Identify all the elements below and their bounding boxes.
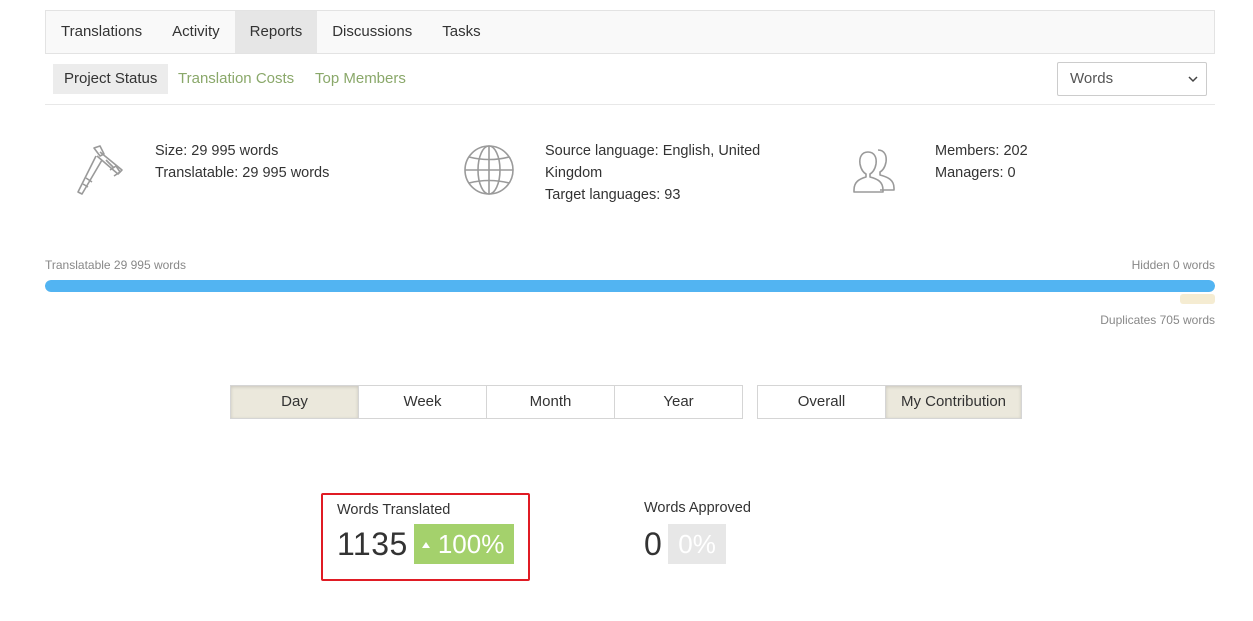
- tab-activity[interactable]: Activity: [157, 11, 235, 53]
- project-size-info: Size: 29 995 words Translatable: 29 995 …: [70, 140, 329, 200]
- period-week-button[interactable]: Week: [358, 385, 487, 419]
- unit-select[interactable]: Words: [1057, 62, 1207, 96]
- words-translated-change: 100%: [437, 529, 505, 559]
- translatable-label: Translatable 29 995 words: [45, 258, 186, 272]
- duplicates-bar: [1180, 294, 1215, 304]
- globe-icon: [464, 145, 514, 195]
- managers-count-text: Managers: 0: [935, 165, 1016, 181]
- period-button-group: Day Week Month Year: [230, 385, 743, 419]
- words-approved-label: Words Approved: [644, 500, 751, 516]
- chevron-down-icon: [1188, 76, 1198, 83]
- words-approved-value: 0: [644, 525, 663, 562]
- reports-subnav: Project Status Translation Costs Top Mem…: [45, 55, 1215, 105]
- language-info: Source language: English, United Kingdom …: [460, 140, 775, 206]
- words-approved-stat: Words Approved 0 0%: [630, 493, 765, 571]
- unit-select-value: Words: [1070, 70, 1114, 87]
- translatable-progress-bar: [45, 280, 1215, 292]
- members-count-text: Members: 202: [935, 143, 1028, 159]
- words-translated-change-badge: 100%: [413, 524, 515, 564]
- period-year-button[interactable]: Year: [614, 385, 743, 419]
- translatable-words-text: Translatable: 29 995 words: [155, 165, 330, 181]
- source-language-text: Source language: English, United Kingdom: [545, 143, 761, 181]
- words-translated-highlight: Words Translated 1135 100%: [321, 493, 530, 581]
- tab-translations[interactable]: Translations: [46, 11, 157, 53]
- subtab-project-status[interactable]: Project Status: [53, 64, 169, 94]
- members-info: Members: 202 Managers: 0: [850, 140, 1028, 200]
- duplicates-label: Duplicates 705 words: [1100, 313, 1215, 327]
- period-month-button[interactable]: Month: [486, 385, 615, 419]
- target-languages-text: Target languages: 93: [545, 187, 681, 203]
- translatable-progress-fill: [45, 280, 1215, 292]
- users-icon: [853, 149, 895, 193]
- words-translated-value: 1135: [337, 525, 408, 562]
- subtab-translation-costs[interactable]: Translation Costs: [167, 64, 305, 94]
- words-approved-change: 0%: [678, 529, 716, 559]
- tab-discussions[interactable]: Discussions: [317, 11, 427, 53]
- scope-overall-button[interactable]: Overall: [757, 385, 886, 419]
- trend-up-icon: [421, 542, 430, 548]
- size-words-text: Size: 29 995 words: [155, 143, 279, 159]
- scope-my-contribution-button[interactable]: My Contribution: [885, 385, 1022, 419]
- period-day-button[interactable]: Day: [230, 385, 359, 419]
- tab-tasks[interactable]: Tasks: [427, 11, 495, 53]
- scope-button-group: Overall My Contribution: [757, 385, 1022, 419]
- words-approved-change-badge: 0%: [668, 524, 726, 564]
- subtab-top-members[interactable]: Top Members: [304, 64, 417, 94]
- words-translated-stat: Words Translated 1135 100%: [321, 493, 530, 581]
- tab-reports[interactable]: Reports: [234, 11, 318, 53]
- hidden-label: Hidden 0 words: [1131, 258, 1215, 272]
- words-translated-label: Words Translated: [337, 502, 451, 518]
- caliper-icon: [77, 145, 123, 195]
- main-tab-bar: Translations Activity Reports Discussion…: [45, 10, 1215, 54]
